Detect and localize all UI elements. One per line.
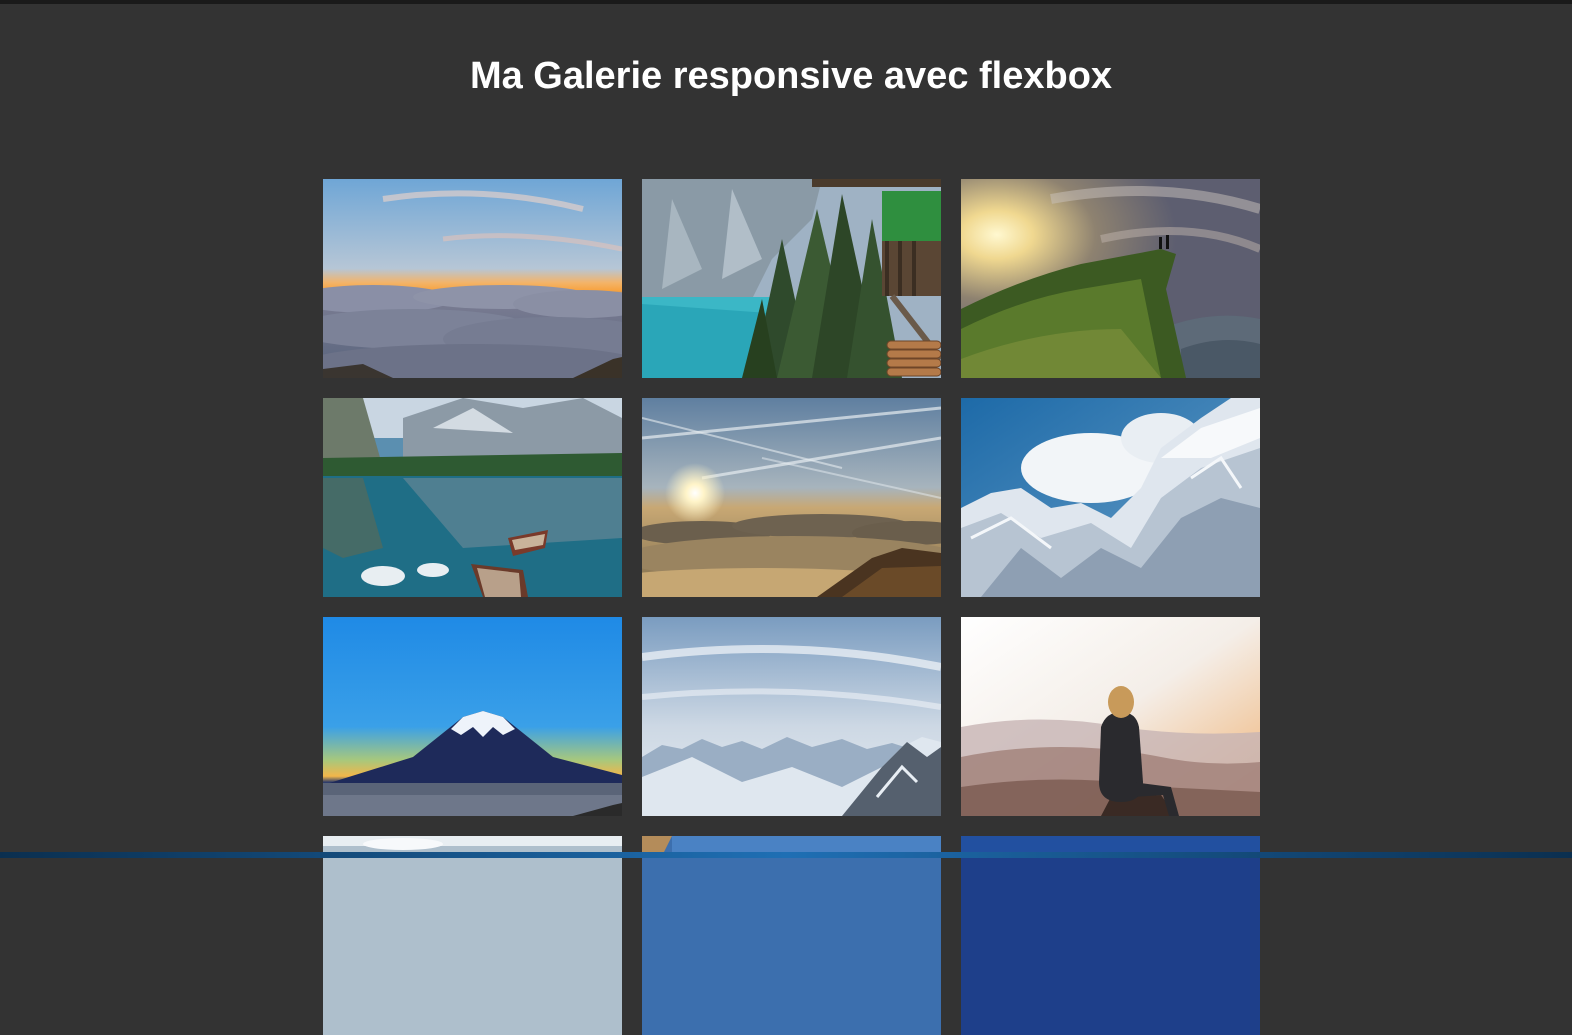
gallery-image[interactable]: [323, 836, 622, 1035]
gallery-image[interactable]: [642, 179, 941, 378]
gallery-image[interactable]: [323, 617, 622, 816]
gallery-image[interactable]: [961, 617, 1260, 816]
window-top-edge: [0, 0, 1572, 4]
gallery-image[interactable]: [642, 617, 941, 816]
gallery-image[interactable]: [323, 398, 622, 597]
page-title: Ma Galerie responsive avec flexbox: [469, 55, 1113, 97]
taskbar-edge: [0, 852, 1572, 858]
gallery-image[interactable]: [961, 179, 1260, 378]
gallery-image[interactable]: [642, 398, 941, 597]
image-gallery: [323, 179, 1261, 1035]
gallery-image[interactable]: [961, 398, 1260, 597]
gallery-image[interactable]: [323, 179, 622, 378]
gallery-image[interactable]: [642, 836, 941, 1035]
gallery-image[interactable]: [961, 836, 1260, 1035]
